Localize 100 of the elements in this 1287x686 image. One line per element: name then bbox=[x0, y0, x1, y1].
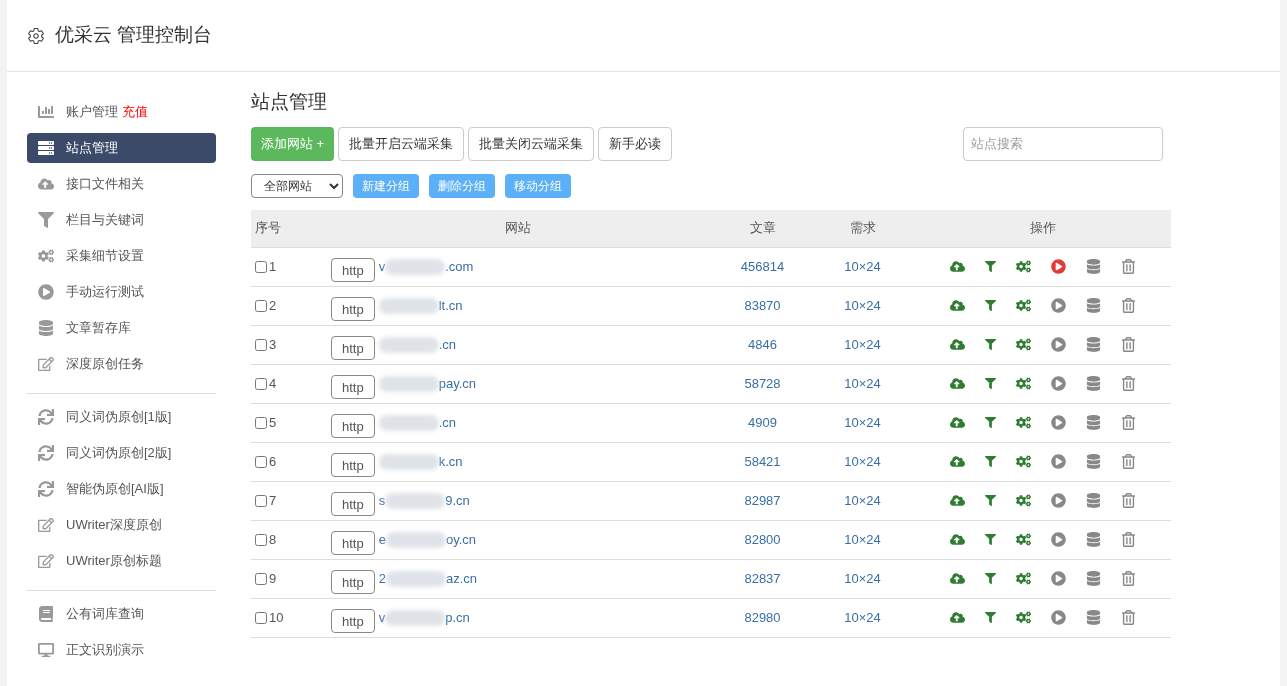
row-checkbox[interactable] bbox=[255, 377, 267, 390]
cloud-upload-icon[interactable] bbox=[950, 298, 965, 313]
delete-icon[interactable] bbox=[1121, 610, 1136, 625]
filter-icon[interactable] bbox=[985, 571, 996, 586]
article-count: 4846 bbox=[747, 335, 778, 354]
row-checkbox[interactable] bbox=[255, 494, 267, 507]
play-icon[interactable] bbox=[1051, 610, 1066, 625]
sidebar-item[interactable]: 账户管理 充值 bbox=[27, 97, 216, 127]
cloud-upload-icon[interactable] bbox=[950, 337, 965, 352]
play-icon[interactable] bbox=[1051, 415, 1066, 430]
delete-icon[interactable] bbox=[1121, 571, 1136, 586]
sidebar-item[interactable]: 站点管理 bbox=[27, 133, 216, 163]
gears-icon[interactable] bbox=[1016, 571, 1031, 586]
site-domain-start: v bbox=[378, 608, 386, 627]
gears-icon[interactable] bbox=[1016, 376, 1031, 391]
database-icon[interactable] bbox=[1086, 376, 1101, 391]
row-checkbox[interactable] bbox=[255, 299, 267, 312]
cloud-upload-icon[interactable] bbox=[950, 610, 965, 625]
delete-icon[interactable] bbox=[1121, 298, 1136, 313]
play-icon[interactable] bbox=[1051, 376, 1066, 391]
delete-icon[interactable] bbox=[1121, 376, 1136, 391]
filter-icon[interactable] bbox=[985, 376, 996, 391]
sidebar-item[interactable]: UWriter深度原创 bbox=[27, 510, 216, 540]
article-count: 82987 bbox=[743, 491, 782, 510]
delete-icon[interactable] bbox=[1121, 415, 1136, 430]
row-checkbox[interactable] bbox=[255, 611, 267, 624]
row-checkbox[interactable] bbox=[255, 260, 267, 273]
group-select[interactable]: 全部网站 bbox=[251, 173, 343, 198]
batch-button[interactable]: 批量开启云端采集 bbox=[338, 126, 465, 161]
row-checkbox[interactable] bbox=[255, 533, 267, 546]
play-icon[interactable] bbox=[1051, 259, 1066, 274]
database-icon[interactable] bbox=[1086, 298, 1101, 313]
cloud-upload-icon[interactable] bbox=[950, 259, 965, 274]
cloud-upload-icon[interactable] bbox=[950, 571, 965, 586]
filter-icon[interactable] bbox=[985, 610, 996, 625]
row-checkbox[interactable] bbox=[255, 338, 267, 351]
database-icon[interactable] bbox=[1086, 259, 1101, 274]
cloud-upload-icon[interactable] bbox=[950, 532, 965, 547]
play-icon[interactable] bbox=[1051, 493, 1066, 508]
play-icon[interactable] bbox=[1051, 571, 1066, 586]
cloud-upload-icon[interactable] bbox=[950, 376, 965, 391]
play-icon[interactable] bbox=[1051, 298, 1066, 313]
filter-icon[interactable] bbox=[985, 298, 996, 313]
gears-icon[interactable] bbox=[1016, 298, 1031, 313]
play-icon[interactable] bbox=[1051, 532, 1066, 547]
sidebar-item[interactable]: 正文识别演示 bbox=[27, 635, 216, 665]
delete-icon[interactable] bbox=[1121, 454, 1136, 469]
sidebar-item[interactable]: 栏目与关键词 bbox=[27, 205, 216, 235]
delete-icon[interactable] bbox=[1121, 259, 1136, 274]
sidebar-item[interactable]: 同义词伪原创[1版] bbox=[27, 402, 216, 432]
row-checkbox[interactable] bbox=[255, 572, 267, 585]
batch-button[interactable]: 批量关闭云端采集 bbox=[468, 126, 595, 161]
row-checkbox[interactable] bbox=[255, 455, 267, 468]
database-icon[interactable] bbox=[1086, 532, 1101, 547]
filter-icon[interactable] bbox=[985, 493, 996, 508]
sidebar-item[interactable]: UWriter原创标题 bbox=[27, 546, 216, 576]
filter-icon[interactable] bbox=[985, 259, 996, 274]
sync-icon bbox=[38, 409, 54, 425]
row-checkbox[interactable] bbox=[255, 416, 267, 429]
sidebar-item[interactable]: 采集细节设置 bbox=[27, 241, 216, 271]
cloud-upload-icon[interactable] bbox=[950, 454, 965, 469]
database-icon[interactable] bbox=[1086, 571, 1101, 586]
gears-icon[interactable] bbox=[1016, 493, 1031, 508]
recharge-link[interactable]: 充值 bbox=[122, 102, 148, 122]
row-number: 10 bbox=[269, 608, 284, 627]
scheme-tag: http bbox=[331, 452, 375, 477]
sidebar-item[interactable]: 同义词伪原创[2版] bbox=[27, 438, 216, 468]
gears-icon[interactable] bbox=[1016, 415, 1031, 430]
site-domain-end: .cn bbox=[438, 335, 457, 354]
sidebar-item[interactable]: 智能伪原创[AI版] bbox=[27, 474, 216, 504]
cloud-upload-icon[interactable] bbox=[950, 415, 965, 430]
database-icon[interactable] bbox=[1086, 610, 1101, 625]
filter-icon[interactable] bbox=[985, 532, 996, 547]
gears-icon[interactable] bbox=[1016, 610, 1031, 625]
database-icon[interactable] bbox=[1086, 493, 1101, 508]
delete-icon[interactable] bbox=[1121, 493, 1136, 508]
gears-icon[interactable] bbox=[1016, 532, 1031, 547]
sidebar-item[interactable]: 公有词库查询 bbox=[27, 599, 216, 629]
delete-icon[interactable] bbox=[1121, 337, 1136, 352]
sidebar-item[interactable]: 文章暂存库 bbox=[27, 313, 216, 343]
gears-icon[interactable] bbox=[1016, 337, 1031, 352]
database-icon[interactable] bbox=[1086, 454, 1101, 469]
gears-icon[interactable] bbox=[1016, 454, 1031, 469]
filter-icon[interactable] bbox=[985, 454, 996, 469]
gears-icon[interactable] bbox=[1016, 259, 1031, 274]
play-icon[interactable] bbox=[1051, 454, 1066, 469]
play-icon[interactable] bbox=[1051, 337, 1066, 352]
database-icon[interactable] bbox=[1086, 337, 1101, 352]
sidebar-item[interactable]: 接口文件相关 bbox=[27, 169, 216, 199]
sidebar-item[interactable]: 深度原创任务 bbox=[27, 349, 216, 379]
delete-icon[interactable] bbox=[1121, 532, 1136, 547]
search-field[interactable]: 站点搜索 bbox=[963, 126, 1163, 161]
filter-icon[interactable] bbox=[985, 415, 996, 430]
cloud-upload-icon[interactable] bbox=[950, 493, 965, 508]
batch-button[interactable]: 新手必读 bbox=[598, 126, 673, 161]
filter-icon[interactable] bbox=[985, 337, 996, 352]
sidebar-item[interactable]: 手动运行测试 bbox=[27, 277, 216, 307]
database-icon[interactable] bbox=[1086, 415, 1101, 430]
blurred-region bbox=[385, 492, 446, 509]
row-number: 3 bbox=[269, 335, 277, 354]
